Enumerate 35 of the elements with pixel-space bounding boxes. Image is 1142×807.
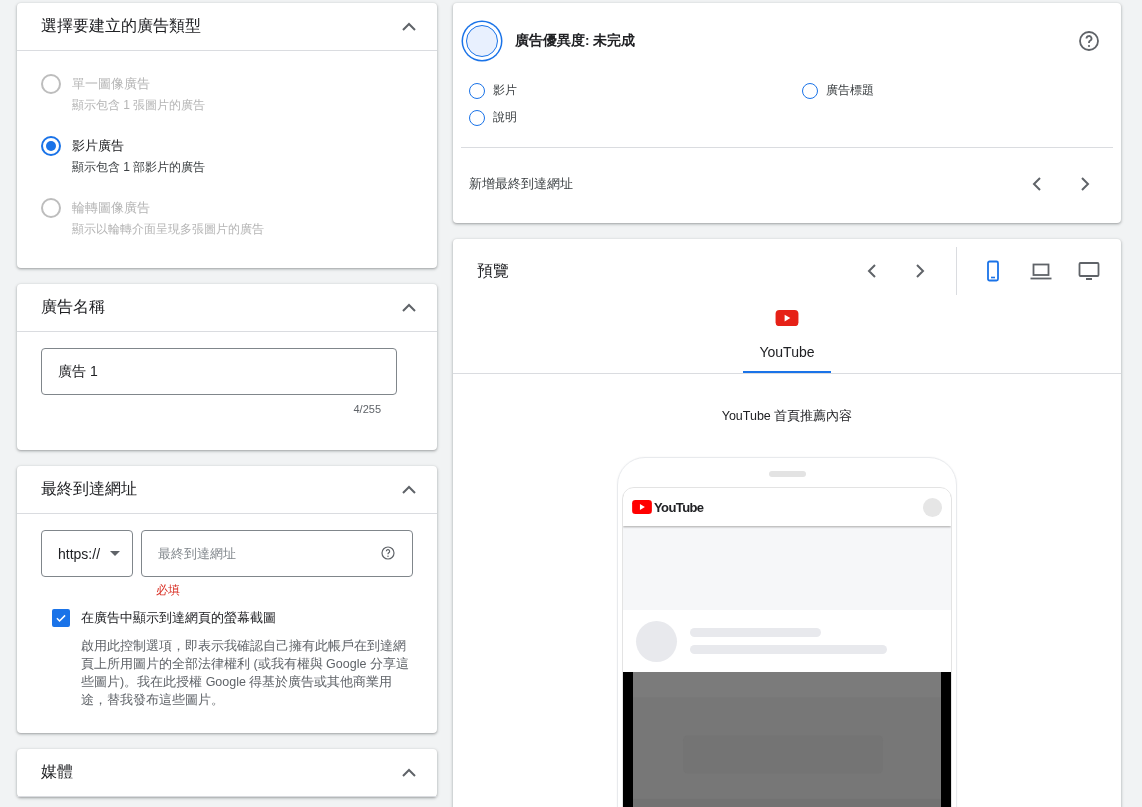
option-description: 顯示以輪轉介面呈現多張圖片的廣告 xyxy=(72,221,264,238)
logo-text: YouTube xyxy=(654,499,704,515)
option-label: 輪轉圖像廣告 xyxy=(72,199,151,217)
url-field[interactable]: 最終到達網址 xyxy=(141,530,413,577)
avatar-icon xyxy=(923,497,942,517)
caret-icon xyxy=(110,551,121,556)
character-counter: 4/255 xyxy=(352,403,381,415)
radio-button[interactable] xyxy=(41,136,61,156)
card-title: 廣告名稱 xyxy=(41,297,105,317)
checkbox-label: 在廣告中顯示到達網頁的螢幕截圖 xyxy=(81,609,276,627)
consent-text: 啟用此控制選項，即表示我確認自己擁有此帳戶在到達網頁上所用圖片的全部法律權利 (或我有權與 Google 分享這些圖片)。我在此授權 Google 得基於廣告或其他商業用途，替我發布這些圖片。 xyxy=(81,638,410,709)
play-logo-icon xyxy=(775,310,799,327)
preview-title: 預覽 xyxy=(477,260,510,281)
option-description: 顯示包含 1 部影片的廣告 xyxy=(72,159,206,176)
speaker-slot xyxy=(768,471,806,478)
checkbox[interactable] xyxy=(52,609,70,627)
option-label: 影片廣告 xyxy=(72,137,125,155)
checklist-item: 影片 xyxy=(493,82,517,99)
checklist-item: 說明 xyxy=(493,109,517,126)
card-title: 媒體 xyxy=(41,762,73,782)
tab[interactable]: YouTube xyxy=(743,335,831,374)
checklist-item: 廣告標題 xyxy=(826,82,874,99)
name-field[interactable]: 廣告 1 xyxy=(41,348,397,395)
monitor-icon[interactable] xyxy=(1077,259,1101,283)
strength-title: 廣告優異度: 未完成 xyxy=(515,32,637,50)
suggestion-text: 新增最終到達網址 xyxy=(469,175,574,193)
option-description: 顯示包含 1 張圖片的廣告 xyxy=(72,97,206,114)
card-title: 選擇要建立的廣告類型 xyxy=(41,16,201,36)
error-message: 必填 xyxy=(156,582,181,599)
help-icon[interactable] xyxy=(1077,29,1101,53)
play-logo-icon xyxy=(632,500,652,515)
card-title: 最終到達網址 xyxy=(41,479,137,499)
help-icon[interactable] xyxy=(380,545,396,561)
placement-label: YouTube 首頁推薦內容 xyxy=(721,408,853,426)
protocol-dropdown[interactable]: https:// xyxy=(41,530,133,577)
